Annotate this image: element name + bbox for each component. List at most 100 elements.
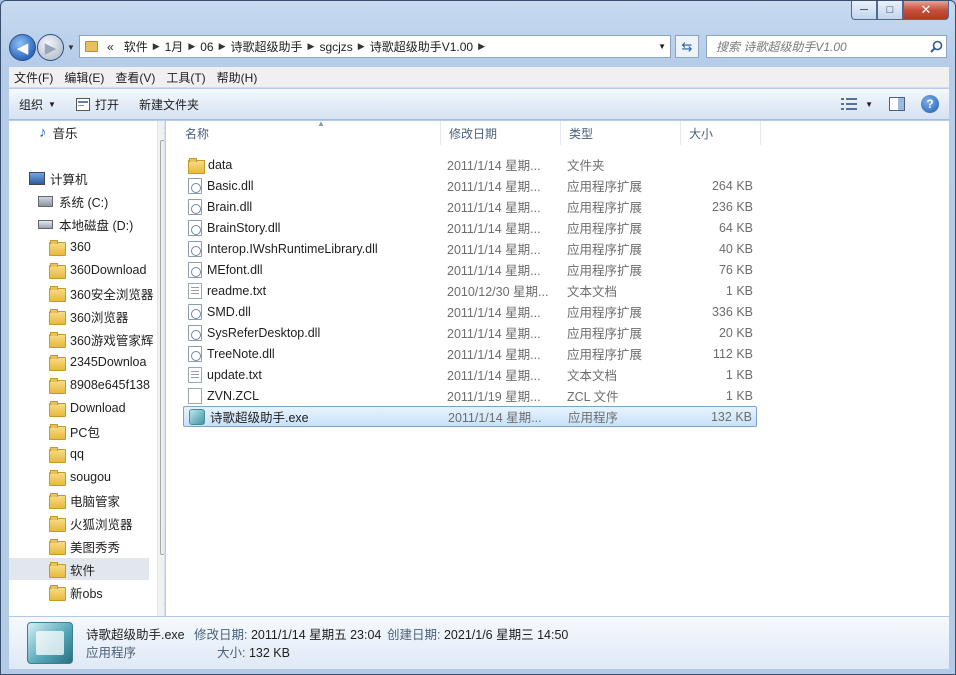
windows-drive-icon xyxy=(38,195,53,207)
back-button[interactable]: ◀ xyxy=(9,34,36,61)
breadcrumb-item[interactable]: 软件 xyxy=(119,38,153,55)
maximize-button[interactable]: □ xyxy=(877,1,903,20)
breadcrumb-item[interactable]: 06 xyxy=(195,40,218,54)
menu-tools[interactable]: 工具(T) xyxy=(161,69,210,86)
file-row[interactable]: Brain.dll 2011/1/14 星期... 应用程序扩展 236 KB xyxy=(183,196,757,217)
breadcrumb-overflow[interactable]: « xyxy=(102,40,119,54)
folder-icon xyxy=(188,157,205,174)
scroll-down-icon[interactable]: ▼ xyxy=(158,598,164,614)
close-button[interactable]: ✕ xyxy=(903,1,949,20)
chevron-down-icon[interactable]: ▼ xyxy=(658,42,666,51)
exe-icon xyxy=(189,408,205,425)
file-date: 2011/1/14 星期... xyxy=(447,243,541,257)
organize-button[interactable]: 组织 ▼ xyxy=(9,89,66,119)
file-type: ZCL 文件 xyxy=(567,390,619,404)
nav-item-computer[interactable]: 计算机 xyxy=(29,167,88,189)
nav-item-folder[interactable]: 360游戏管家辉 xyxy=(49,328,153,350)
forward-button[interactable]: ▶ xyxy=(37,34,64,61)
new-folder-button[interactable]: 新建文件夹 xyxy=(129,89,209,119)
search-box[interactable] xyxy=(706,35,947,58)
breadcrumb-item[interactable]: sgcjzs xyxy=(314,40,357,54)
file-row[interactable]: update.txt 2011/1/14 星期... 文本文档 1 KB xyxy=(183,364,757,385)
minimize-button[interactable]: ─ xyxy=(851,1,877,20)
nav-item-folder[interactable]: Download xyxy=(49,397,126,419)
nav-item-folder[interactable]: sougou xyxy=(49,466,111,488)
nav-item-drive-c[interactable]: 系统 (C:) xyxy=(38,190,108,212)
file-type: 文本文档 xyxy=(567,285,618,299)
chevron-right-icon[interactable]: ▶ xyxy=(478,41,485,52)
preview-pane-icon[interactable] xyxy=(889,97,905,111)
dll-icon xyxy=(188,198,202,215)
chevron-right-icon[interactable]: ▶ xyxy=(188,41,195,52)
open-button[interactable]: 打开 xyxy=(66,89,129,119)
file-row[interactable]: TreeNote.dll 2011/1/14 星期... 应用程序扩展 112 KB xyxy=(183,343,757,364)
command-bar: 组织 ▼ 打开 新建文件夹 ▼ ? xyxy=(9,89,949,120)
nav-item-folder[interactable]: PC包 xyxy=(49,420,100,442)
chevron-right-icon[interactable]: ▶ xyxy=(153,41,160,52)
nav-item-folder[interactable]: 360安全浏览器 xyxy=(49,282,153,304)
nav-item-folder[interactable]: 火狐浏览器 xyxy=(49,512,133,534)
file-row[interactable]: SMD.dll 2011/1/14 星期... 应用程序扩展 336 KB xyxy=(183,301,757,322)
file-row[interactable]: Interop.IWshRuntimeLibrary.dll 2011/1/14 … xyxy=(183,238,757,259)
nav-item-folder[interactable]: 360Download xyxy=(49,259,146,281)
file-row[interactable]: data 2011/1/14 星期... 文件夹 xyxy=(183,154,757,175)
nav-scrollbar[interactable]: ▲ ▼ xyxy=(157,121,164,616)
file-row[interactable]: readme.txt 2010/12/30 星期... 文本文档 1 KB xyxy=(183,280,757,301)
breadcrumb-item[interactable]: 诗歌超级助手V1.00 xyxy=(365,38,478,55)
nav-item-music[interactable]: ♪ 音乐 xyxy=(39,121,78,143)
nav-item-label: Download xyxy=(70,401,126,415)
file-size: 40 KB xyxy=(718,241,753,256)
menu-file[interactable]: 文件(F) xyxy=(9,69,58,86)
nav-item-folder-selected[interactable]: 软件 xyxy=(9,558,149,580)
file-row[interactable]: SysReferDesktop.dll 2011/1/14 星期... 应用程序扩展… xyxy=(183,322,757,343)
file-row-selected[interactable]: 诗歌超级助手.exe 2011/1/14 星期... 应用程序 132 KB xyxy=(183,406,757,427)
file-row[interactable]: Basic.dll 2011/1/14 星期... 应用程序扩展 264 KB xyxy=(183,175,757,196)
menu-view[interactable]: 查看(V) xyxy=(110,69,160,86)
file-date: 2011/1/14 星期... xyxy=(447,327,541,341)
file-size: 76 KB xyxy=(718,262,753,277)
file-row[interactable]: MEfont.dll 2011/1/14 星期... 应用程序扩展 76 KB xyxy=(183,259,757,280)
change-view-button[interactable]: ▼ xyxy=(841,98,873,110)
music-icon: ♪ xyxy=(39,123,47,141)
menu-edit[interactable]: 编辑(E) xyxy=(59,69,109,86)
file-name: readme.txt xyxy=(207,283,267,298)
nav-item-label: 360安全浏览器 xyxy=(70,287,154,302)
chevron-right-icon[interactable]: ▶ xyxy=(308,41,315,52)
file-name-cell: Basic.dll xyxy=(188,177,254,194)
menu-help[interactable]: 帮助(H) xyxy=(212,69,263,86)
breadcrumb-item[interactable]: 诗歌超级助手 xyxy=(226,38,308,55)
search-icon[interactable] xyxy=(926,40,946,53)
search-input[interactable] xyxy=(716,39,926,54)
address-bar[interactable]: « 软件 ▶ 1月 ▶ 06 ▶ 诗歌超级助手 ▶ sgcjzs ▶ 诗歌超级助手V1.0… xyxy=(79,35,671,58)
chevron-down-icon[interactable]: ▼ xyxy=(865,100,873,109)
file-row[interactable]: ZVN.ZCL 2011/1/19 星期... ZCL 文件 1 KB xyxy=(183,385,757,406)
nav-item-folder[interactable]: 电脑管家 xyxy=(49,489,120,511)
text-file-icon xyxy=(188,282,202,299)
nav-item-folder[interactable]: 2345Downloa xyxy=(49,351,146,373)
recent-pages-dropdown-icon[interactable]: ▼ xyxy=(67,43,75,52)
scrollbar-thumb[interactable] xyxy=(160,140,164,555)
nav-item-drive-d[interactable]: 本地磁盘 (D:) xyxy=(38,213,133,235)
folder-icon xyxy=(49,332,66,348)
file-row[interactable]: BrainStory.dll 2011/1/14 星期... 应用程序扩展 64 KB xyxy=(183,217,757,238)
nav-item-folder[interactable]: 360 xyxy=(49,236,91,258)
help-icon[interactable]: ? xyxy=(921,95,939,113)
column-header-size[interactable]: 大小 xyxy=(681,121,761,145)
chevron-right-icon[interactable]: ▶ xyxy=(219,41,226,52)
scroll-up-icon[interactable]: ▲ xyxy=(158,123,164,139)
breadcrumb-item[interactable]: 1月 xyxy=(160,38,189,55)
file-name-cell: Brain.dll xyxy=(188,198,252,215)
refresh-button[interactable]: ⇆ xyxy=(675,35,699,58)
nav-item-folder[interactable]: 360浏览器 xyxy=(49,305,128,327)
nav-item-folder[interactable]: 新obs xyxy=(49,581,103,603)
file-date: 2011/1/14 星期... xyxy=(447,306,541,320)
nav-item-folder[interactable]: qq xyxy=(49,443,84,465)
nav-item-folder[interactable]: 美图秀秀 xyxy=(49,535,120,557)
nav-item-folder[interactable]: 8908e645f138 xyxy=(49,374,150,396)
chevron-right-icon[interactable]: ▶ xyxy=(358,41,365,52)
column-header-date[interactable]: 修改日期 xyxy=(441,121,561,145)
column-header-type[interactable]: 类型 xyxy=(561,121,681,145)
folder-icon xyxy=(49,516,66,532)
column-header-name[interactable]: 名称 ▲ xyxy=(177,119,441,145)
folder-icon xyxy=(49,562,66,578)
